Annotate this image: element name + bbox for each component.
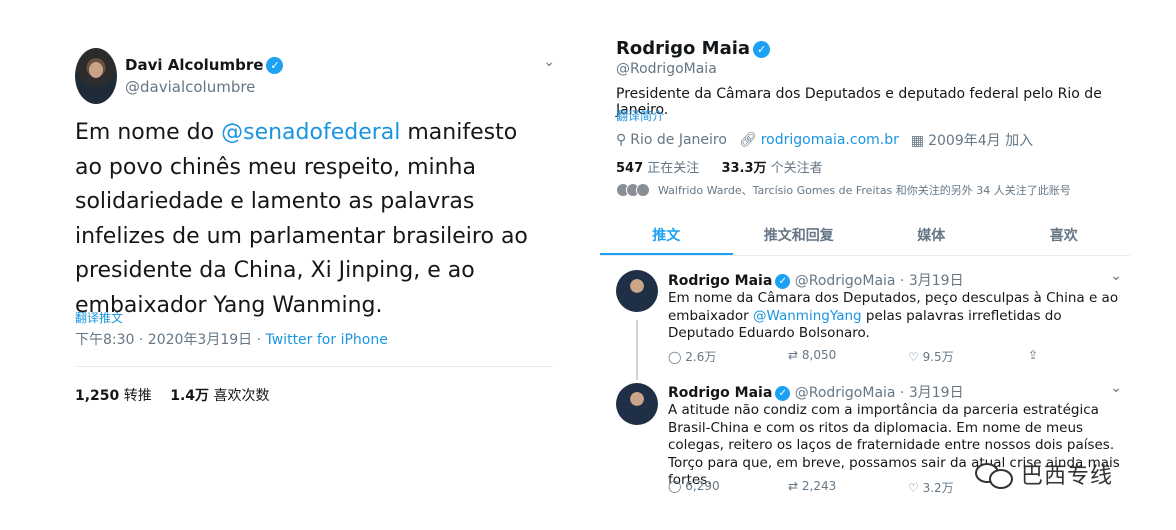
watermark: 巴西专线	[975, 458, 1113, 490]
mention-link[interactable]: @WanmingYang	[753, 308, 862, 324]
followers-count[interactable]: 33.3万	[721, 161, 766, 176]
website[interactable]: 🔗︎ rodrigomaia.com.br	[739, 132, 899, 148]
profile-panel: Rodrigo Maia ✓ @RodrigoMaia Presidente da…	[600, 30, 1130, 500]
profile-handle: @RodrigoMaia	[616, 61, 717, 77]
reply-button[interactable]: ◯ 6,290	[668, 479, 788, 496]
following-count[interactable]: 547	[616, 161, 643, 176]
calendar-icon: ▦	[910, 133, 925, 149]
chevron-down-icon[interactable]: ⌄	[1110, 380, 1122, 396]
tweet-meta: 下午8:30 · 2020年3月19日 · Twitter for iPhone	[75, 329, 388, 349]
profile-info: ⚲ Rio de Janeiro 🔗︎ rodrigomaia.com.br ▦ 20…	[616, 130, 1033, 150]
retweets-label[interactable]: 转推	[124, 388, 152, 404]
verified-icon: ✓	[775, 273, 791, 289]
likes-label[interactable]: 喜欢次数	[213, 388, 269, 404]
following-label[interactable]: 正在关注	[647, 161, 699, 176]
thread-line	[636, 320, 638, 380]
retweets-count[interactable]: 1,250	[75, 388, 119, 404]
tweet-text: Em nome da Câmara dos Deputados, peço de…	[668, 290, 1119, 341]
verified-icon: ✓	[753, 40, 771, 58]
verified-icon: ✓	[266, 57, 284, 74]
profile-tabs: 推文 推文和回复 媒体 喜欢	[600, 216, 1130, 256]
retweet-icon: ⇄	[788, 348, 799, 362]
tweet-text: Em nome do @senadofederal manifesto ao p…	[75, 120, 528, 318]
reply-button[interactable]: ◯ 2.6万	[668, 348, 788, 365]
heart-icon: ♡	[908, 350, 919, 364]
reply-icon: ◯	[668, 479, 682, 493]
author-name[interactable]: Davi Alcolumbre ✓	[125, 56, 284, 74]
location: ⚲ Rio de Janeiro	[616, 132, 727, 148]
likes-count[interactable]: 1.4万	[170, 388, 209, 404]
chevron-down-icon[interactable]: ⌄	[543, 54, 555, 70]
tweet-actions: ◯ 6,290 ⇄ 2,243 ♡ 3.2万	[668, 479, 1028, 496]
avatar	[636, 183, 650, 197]
reply-icon: ◯	[668, 350, 682, 364]
tab-media[interactable]: 媒体	[865, 216, 998, 255]
share-button[interactable]: ⇪	[1028, 348, 1148, 365]
followers-label[interactable]: 个关注者	[771, 161, 823, 176]
watermark-text: 巴西专线	[1021, 464, 1114, 489]
chevron-down-icon[interactable]: ⌄	[1110, 268, 1122, 284]
retweet-button[interactable]: ⇄ 8,050	[788, 348, 908, 365]
left-tweet-card: Davi Alcolumbre ✓ @davialcolumbre ⌄ Em no…	[60, 32, 555, 418]
tab-tweets[interactable]: 推文	[600, 216, 733, 255]
tweet-stats: 1,250 转推 1.4万 喜欢次数	[75, 385, 283, 405]
profile-bio: Presidente da Câmara dos Deputados e dep…	[616, 86, 1102, 118]
translate-tweet-link[interactable]: 翻译推文	[75, 309, 123, 326]
divider	[75, 366, 553, 367]
heart-icon: ♡	[908, 481, 919, 495]
share-icon: ⇪	[1028, 348, 1039, 362]
source-link[interactable]: Twitter for iPhone	[266, 332, 388, 348]
retweet-button[interactable]: ⇄ 2,243	[788, 479, 908, 496]
avatar[interactable]	[75, 48, 117, 104]
follow-counts: 547 正在关注 33.3万 个关注者	[616, 157, 841, 176]
tab-likes[interactable]: 喜欢	[998, 216, 1131, 255]
verified-icon: ✓	[775, 385, 791, 401]
mention-link[interactable]: @senadofederal	[221, 120, 400, 145]
tab-tweets-replies[interactable]: 推文和回复	[733, 216, 866, 255]
retweet-icon: ⇄	[788, 479, 799, 493]
avatar[interactable]	[616, 270, 658, 312]
join-date: ▦ 2009年4月 加入	[910, 133, 1034, 149]
location-pin-icon: ⚲	[616, 132, 627, 148]
profile-name: Rodrigo Maia ✓	[616, 38, 771, 59]
author-handle[interactable]: @davialcolumbre	[125, 78, 255, 96]
like-button[interactable]: ♡ 9.5万	[908, 348, 1028, 365]
avatar[interactable]	[616, 383, 658, 425]
known-followers[interactable]: Walfrido Warde、Tarcísio Gomes de Freitas…	[616, 182, 1071, 198]
timestamp[interactable]: 下午8:30 · 2020年3月19日 ·	[75, 332, 266, 348]
translate-bio-link[interactable]: 翻译简介	[616, 107, 664, 124]
tweet-actions: ◯ 2.6万 ⇄ 8,050 ♡ 9.5万 ⇪	[668, 348, 1148, 365]
tweet-header: Rodrigo Maia ✓ @RodrigoMaia · 3月19日	[668, 273, 964, 289]
link-icon: 🔗︎	[738, 132, 757, 148]
wechat-logo-icon	[975, 459, 1015, 489]
tweet-header: Rodrigo Maia ✓ @RodrigoMaia · 3月19日	[668, 385, 964, 401]
